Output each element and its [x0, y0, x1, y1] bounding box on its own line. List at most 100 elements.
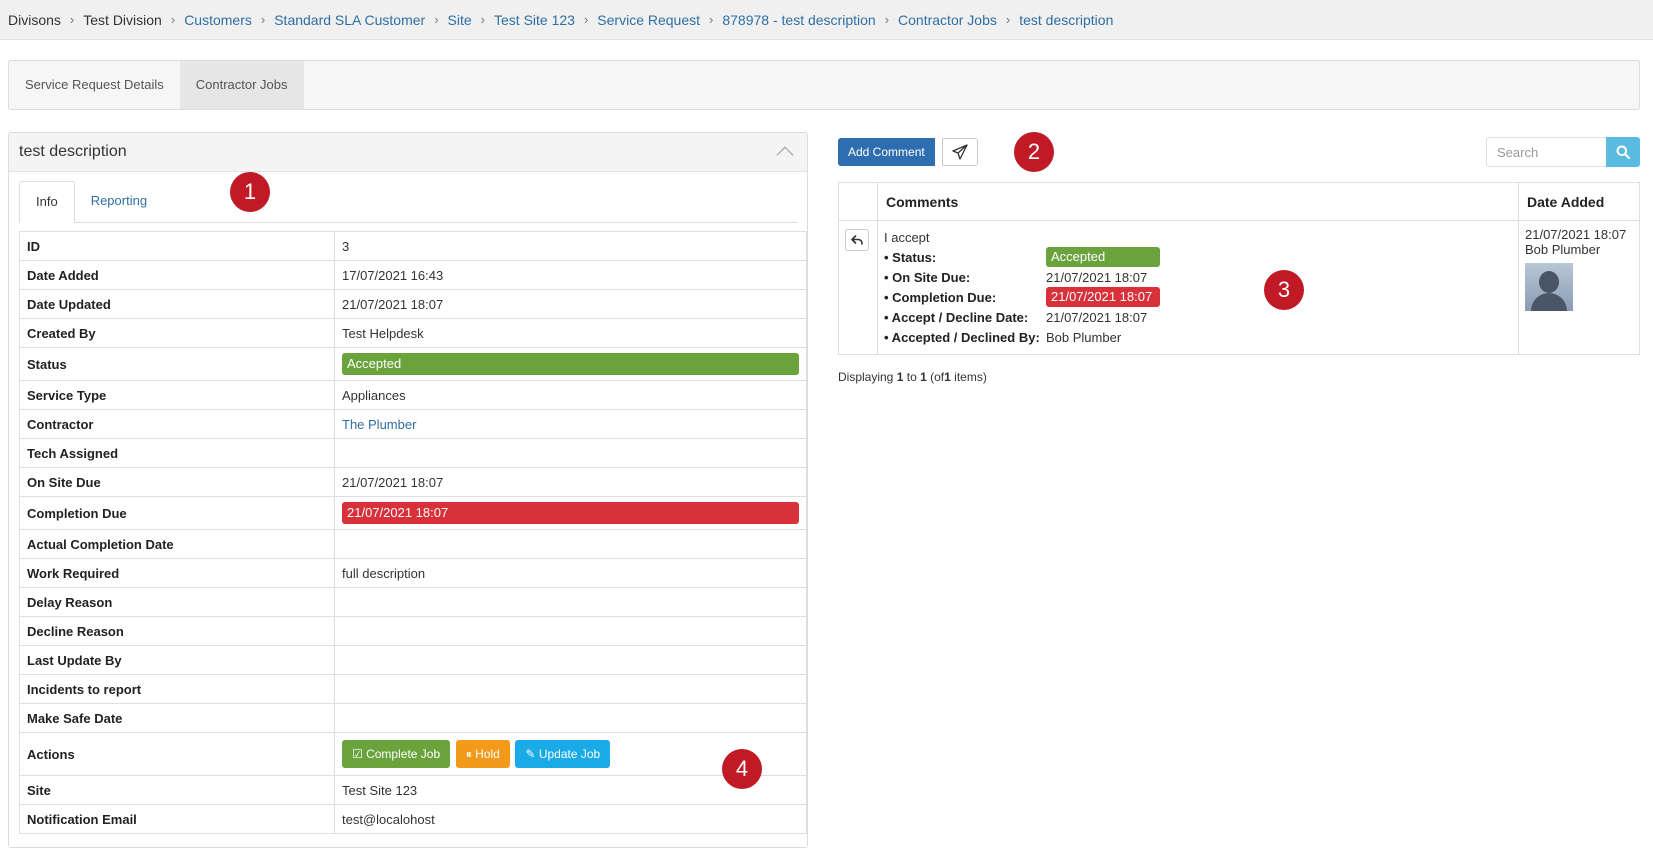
breadcrumb-request-item[interactable]: 878978 - test description [722, 12, 875, 28]
breadcrumb-contractor-jobs[interactable]: Contractor Jobs [898, 12, 997, 28]
row-label: Service Type [19, 380, 335, 410]
breadcrumb-customer[interactable]: Standard SLA Customer [274, 12, 425, 28]
table-row: Contractor The Plumber [19, 409, 807, 439]
table-row: Delay Reason [19, 587, 807, 617]
row-label: Incidents to report [19, 674, 335, 704]
row-value [334, 438, 807, 468]
breadcrumb-site[interactable]: Site [448, 12, 472, 28]
comment-text-line: I accept [884, 227, 1512, 247]
row-value: 3 [334, 231, 807, 261]
row-value [334, 587, 807, 617]
row-value: full description [334, 558, 807, 588]
row-label: Actions [19, 732, 335, 776]
pager-info: Displaying 1 to 1 (of1 items) [838, 370, 987, 384]
search-input[interactable] [1486, 137, 1606, 167]
row-label: Make Safe Date [19, 703, 335, 733]
add-comment-button[interactable]: Add Comment [838, 138, 935, 166]
row-label: Status [19, 347, 335, 381]
search-button[interactable] [1606, 137, 1640, 167]
pager-to-word: to [906, 370, 917, 384]
comment-on-site-value: 21/07/2021 18:07 [1046, 269, 1148, 285]
panel-header[interactable]: test description [9, 133, 807, 172]
date-cell: 21/07/2021 18:07 Bob Plumber [1518, 220, 1640, 355]
header-comments[interactable]: Comments [877, 182, 1519, 221]
page-tabs: Service Request Details Contractor Jobs [8, 60, 1640, 110]
row-value: 21/07/2021 18:07 [334, 289, 807, 319]
chevron-right-icon: › [583, 12, 589, 27]
job-panel: test description Info Reporting ID 3 Date… [8, 132, 808, 848]
comment-accept-date-label: • Accept / Decline Date: [884, 309, 1029, 325]
row-value [334, 703, 807, 733]
reply-button[interactable] [845, 229, 869, 251]
row-value: 17/07/2021 16:43 [334, 260, 807, 290]
header-date-added[interactable]: Date Added [1518, 182, 1640, 221]
status-badge: Accepted [342, 353, 799, 375]
row-label: Delay Reason [19, 587, 335, 617]
breadcrumb-current[interactable]: test description [1019, 12, 1113, 28]
table-row: Date Added 17/07/2021 16:43 [19, 260, 807, 290]
send-button[interactable] [942, 138, 978, 166]
comment-status-label: • Status: [884, 249, 937, 265]
completion-due-badge: 21/07/2021 18:07 [1046, 287, 1160, 307]
comment-completion-value-wrap: 21/07/2021 18:07 [1046, 287, 1160, 307]
row-label: Actual Completion Date [19, 529, 335, 559]
breadcrumb-service-request[interactable]: Service Request [597, 12, 700, 28]
tab-info[interactable]: Info [19, 181, 75, 223]
pager-prefix: Displaying [838, 370, 894, 384]
pager-suffix: items) [954, 370, 987, 384]
row-label: Date Updated [19, 289, 335, 319]
avatar-body [1531, 293, 1567, 311]
annotation-marker-2: 2 [1014, 132, 1054, 172]
avatar [1525, 263, 1573, 311]
complete-job-button[interactable]: ☑ Complete Job [342, 740, 451, 768]
row-label: Completion Due [19, 496, 335, 530]
table-header-row: Comments Date Added [838, 182, 1640, 221]
chevron-up-icon[interactable] [776, 146, 794, 164]
update-job-button[interactable]: ✎ Update Job [515, 740, 611, 768]
comment-accepted-by-line: • Accepted / Declined By: Bob Plumber [884, 327, 1512, 347]
row-label: ID [19, 231, 335, 261]
row-label: Decline Reason [19, 616, 335, 646]
completion-due-badge: 21/07/2021 18:07 [342, 502, 799, 524]
pager-from: 1 [896, 370, 904, 384]
tab-service-request-details[interactable]: Service Request Details [9, 61, 180, 109]
reply-cell [838, 220, 878, 355]
tab-contractor-jobs[interactable]: Contractor Jobs [179, 61, 304, 109]
breadcrumb-customers[interactable]: Customers [184, 12, 252, 28]
table-row: On Site Due 21/07/2021 18:07 [19, 467, 807, 497]
row-value: Test Helpdesk [334, 318, 807, 348]
table-row: ID 3 [19, 231, 807, 261]
panel-title: test description [19, 143, 127, 160]
pager-to: 1 [920, 370, 927, 384]
complete-job-label: Complete Job [366, 747, 441, 761]
table-row: Last Update By [19, 645, 807, 675]
row-label: Tech Assigned [19, 438, 335, 468]
contractor-link[interactable]: The Plumber [342, 417, 416, 432]
row-label: Last Update By [19, 645, 335, 675]
comments-table: Comments Date Added I accept • Status: Ac… [838, 182, 1640, 355]
table-row: Date Updated 21/07/2021 18:07 [19, 289, 807, 319]
row-value [334, 529, 807, 559]
row-label: Date Added [19, 260, 335, 290]
table-row: Created By Test Helpdesk [19, 318, 807, 348]
tab-reporting[interactable]: Reporting [75, 181, 163, 222]
pager-of-prefix: (of [930, 370, 945, 384]
pager-total: 1 [944, 370, 951, 384]
comment-cell: I accept • Status: Accepted • On Site Due… [877, 220, 1519, 355]
breadcrumb-divisions[interactable]: Divisons [8, 12, 61, 28]
table-row: Make Safe Date [19, 703, 807, 733]
breadcrumb-division[interactable]: Test Division [83, 12, 162, 28]
table-row: Service Type Appliances [19, 380, 807, 410]
row-value: The Plumber [334, 409, 807, 439]
table-row: Status Accepted [19, 347, 807, 381]
chevron-right-icon: › [260, 12, 266, 27]
row-value: Appliances [334, 380, 807, 410]
table-row: Notification Email test@localohost [19, 804, 807, 834]
table-row: Tech Assigned [19, 438, 807, 468]
row-label: Created By [19, 318, 335, 348]
hold-button[interactable]: ⏸ Hold [455, 740, 510, 768]
breadcrumb-site-name[interactable]: Test Site 123 [494, 12, 575, 28]
row-value: test@localohost [334, 804, 807, 834]
table-row: Actions ☑ Complete Job ⏸ Hold ✎ Update J… [19, 732, 807, 776]
table-row: Actual Completion Date [19, 529, 807, 559]
